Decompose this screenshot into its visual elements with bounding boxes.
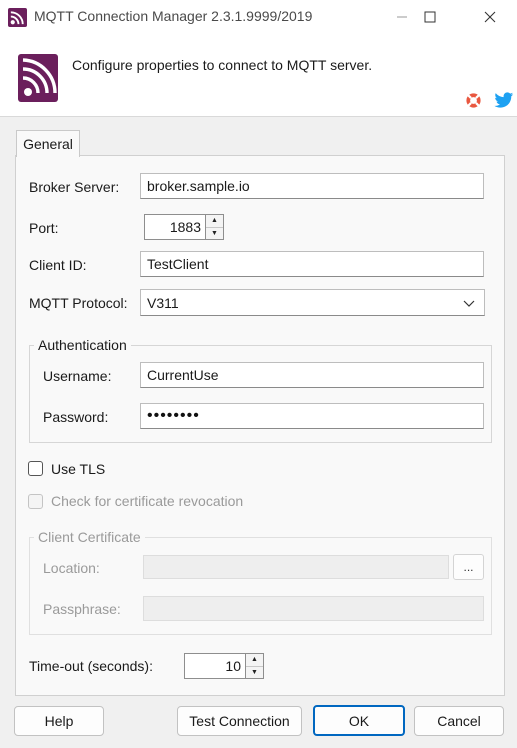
broker-server-label: Broker Server: <box>29 179 120 195</box>
port-stepper[interactable]: 1883 ▲ ▼ <box>144 214 224 240</box>
twitter-icon[interactable] <box>494 92 514 109</box>
header-banner <box>0 34 517 117</box>
timeout-input[interactable]: 10 <box>184 653 246 679</box>
spin-down-icon[interactable]: ▼ <box>206 226 223 240</box>
window-title: MQTT Connection Manager 2.3.1.9999/2019 <box>34 8 313 24</box>
port-label: Port: <box>29 220 59 236</box>
timeout-spin-buttons[interactable]: ▲ ▼ <box>246 653 264 679</box>
password-label: Password: <box>43 409 109 425</box>
tab-general[interactable]: General <box>16 130 80 157</box>
location-label: Location: <box>43 560 100 576</box>
mqtt-protocol-value: V311 <box>147 294 179 311</box>
cancel-button[interactable]: Cancel <box>414 706 504 736</box>
timeout-label: Time-out (seconds): <box>29 658 153 674</box>
port-spin-buttons[interactable]: ▲ ▼ <box>206 214 224 240</box>
mqtt-protocol-select[interactable]: V311 <box>140 289 485 316</box>
help-button[interactable]: Help <box>14 706 104 736</box>
close-icon <box>484 11 496 23</box>
maximize-button[interactable] <box>407 0 453 34</box>
authentication-title: Authentication <box>34 337 131 353</box>
test-connection-button[interactable]: Test Connection <box>177 706 302 736</box>
passphrase-label: Passphrase: <box>43 601 121 617</box>
client-certificate-title: Client Certificate <box>34 529 145 545</box>
client-id-label: Client ID: <box>29 257 87 273</box>
check-revocation-checkbox[interactable] <box>28 494 43 509</box>
use-tls-label[interactable]: Use TLS <box>51 461 105 477</box>
passphrase-input[interactable] <box>143 596 484 621</box>
maximize-icon <box>424 11 436 23</box>
chevron-down-icon <box>463 300 475 307</box>
header-description: Configure properties to connect to MQTT … <box>72 57 373 73</box>
use-tls-checkbox[interactable] <box>28 461 43 476</box>
browse-button[interactable]: ... <box>453 554 484 580</box>
username-input[interactable]: CurrentUse <box>140 362 484 388</box>
username-label: Username: <box>43 368 112 384</box>
broker-server-input[interactable]: broker.sample.io <box>140 173 484 199</box>
mqtt-logo-icon <box>18 54 58 102</box>
client-id-input[interactable]: TestClient <box>140 251 484 277</box>
spin-down-icon[interactable]: ▼ <box>246 665 263 679</box>
password-input[interactable]: •••••••• <box>140 403 484 429</box>
port-input[interactable]: 1883 <box>144 214 206 240</box>
app-icon <box>8 8 27 27</box>
spin-up-icon[interactable]: ▲ <box>246 654 263 666</box>
check-revocation-label[interactable]: Check for certificate revocation <box>51 493 243 509</box>
timeout-stepper[interactable]: 10 ▲ ▼ <box>184 653 264 679</box>
ok-button[interactable]: OK <box>313 705 405 736</box>
help-lifebuoy-icon[interactable] <box>465 92 482 109</box>
mqtt-protocol-label: MQTT Protocol: <box>29 295 128 311</box>
close-button[interactable] <box>467 0 513 34</box>
location-input[interactable] <box>143 555 449 579</box>
spin-up-icon[interactable]: ▲ <box>206 215 223 227</box>
